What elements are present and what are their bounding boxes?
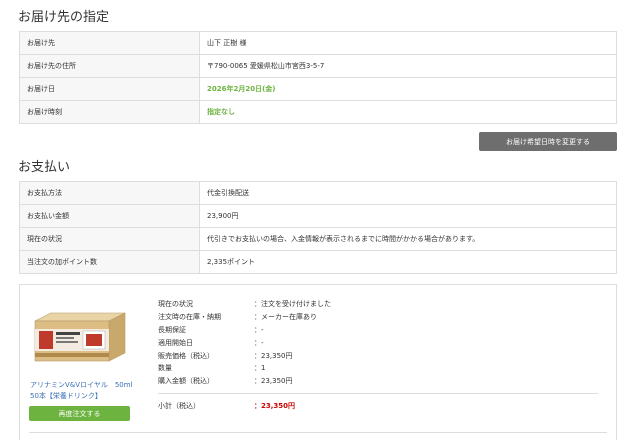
detail-key: 購入金額（税込） [158, 377, 214, 386]
detail-value: ：23,350円 [254, 377, 293, 386]
subtotal-label: 小計（税込） [158, 402, 200, 410]
change-delivery-datetime-button[interactable]: お届け希望日時を変更する [479, 132, 617, 151]
table-row: お届け先の住所 〒790-0065 愛媛県松山市宮西3-5-7 [19, 54, 617, 78]
table-row: お支払い金額 23,900円 [19, 204, 617, 228]
detail-key: 販売価格（税込） [158, 351, 214, 360]
detail-key: 注文時の在庫・納期 [158, 313, 221, 322]
table-row: お届け日 2026年2月20日(金) [19, 77, 617, 101]
subtotal-row: 小計（税込） ：23,350円 [158, 401, 295, 411]
detail-key: 数量 [158, 364, 172, 373]
list-item: 注文時の在庫・納期 ：メーカー在庫あり [158, 311, 598, 324]
table-row: 当注文の加ポイント数 2,335ポイント [19, 250, 617, 274]
payment-status-value: 代引きでお支払いの場合、入金情報が表示されるまでに時間がかかる場合があります。 [199, 227, 617, 251]
product-image[interactable] [29, 311, 131, 367]
delivery-section-title: お届け先の指定 [18, 10, 110, 25]
detail-key: 長期保証 [158, 325, 186, 334]
payment-amount-label: お支払い金額 [19, 204, 200, 228]
product-name-link[interactable]: アリナミンV&Vロイヤル 50ml 50本【栄養ドリンク】 [30, 380, 140, 402]
payment-points-label: 当注文の加ポイント数 [19, 250, 200, 274]
delivery-recipient-label: お届け先 [19, 31, 200, 55]
delivery-time-value: 指定なし [199, 100, 617, 124]
detail-value: ：- [254, 338, 264, 347]
delivery-date-value: 2026年2月20日(金) [199, 77, 617, 101]
list-item: 購入金額（税込） ：23,350円 [158, 375, 598, 388]
detail-value: ：23,350円 [254, 351, 293, 360]
list-item: 数量 ：1 [158, 362, 598, 375]
payment-section-title: お支払い [18, 160, 71, 175]
subtotal-divider [158, 393, 598, 394]
delivery-recipient-value: 山下 正樹 様 [199, 31, 617, 55]
order-item-box: アリナミンV&Vロイヤル 50ml 50本【栄養ドリンク】 再度注文する 現在の… [19, 284, 617, 440]
list-item: 適用開始日 ：- [158, 336, 598, 349]
detail-value: ：- [254, 325, 264, 334]
payment-points-value: 2,335ポイント [199, 250, 617, 274]
payment-amount-value: 23,900円 [199, 204, 617, 228]
delivery-time-label: お届け時刻 [19, 100, 200, 124]
bottom-divider [29, 432, 607, 433]
order-detail-list: 現在の状況 ：注文を受け付けました 注文時の在庫・納期 ：メーカー在庫あり 長期… [158, 298, 598, 388]
list-item: 販売価格（税込） ：23,350円 [158, 349, 598, 362]
list-item: 長期保証 ：- [158, 324, 598, 337]
payment-status-label: 現在の状況 [19, 227, 200, 251]
delivery-address-label: お届け先の住所 [19, 54, 200, 78]
reorder-button[interactable]: 再度注文する [29, 406, 130, 421]
delivery-address-value: 〒790-0065 愛媛県松山市宮西3-5-7 [199, 54, 617, 78]
subtotal-value: ：23,350円 [254, 402, 296, 410]
detail-key: 適用開始日 [158, 338, 193, 347]
table-row: お届け先 山下 正樹 様 [19, 31, 617, 55]
delivery-table: お届け先 山下 正樹 様 お届け先の住所 〒790-0065 愛媛県松山市宮西3… [19, 31, 617, 124]
payment-method-value: 代金引換配送 [199, 181, 617, 205]
detail-key: 現在の状況 [158, 300, 193, 309]
payment-method-label: お支払方法 [19, 181, 200, 205]
payment-table: お支払方法 代金引換配送 お支払い金額 23,900円 現在の状況 代引きでお支… [19, 181, 617, 274]
table-row: お支払方法 代金引換配送 [19, 181, 617, 205]
detail-value: ：1 [254, 364, 266, 373]
detail-value: ：注文を受け付けました [254, 300, 331, 309]
list-item: 現在の状況 ：注文を受け付けました [158, 298, 598, 311]
detail-value: ：メーカー在庫あり [254, 313, 317, 322]
table-row: お届け時刻 指定なし [19, 100, 617, 124]
delivery-date-label: お届け日 [19, 77, 200, 101]
table-row: 現在の状況 代引きでお支払いの場合、入金情報が表示されるまでに時間がかかる場合が… [19, 227, 617, 251]
